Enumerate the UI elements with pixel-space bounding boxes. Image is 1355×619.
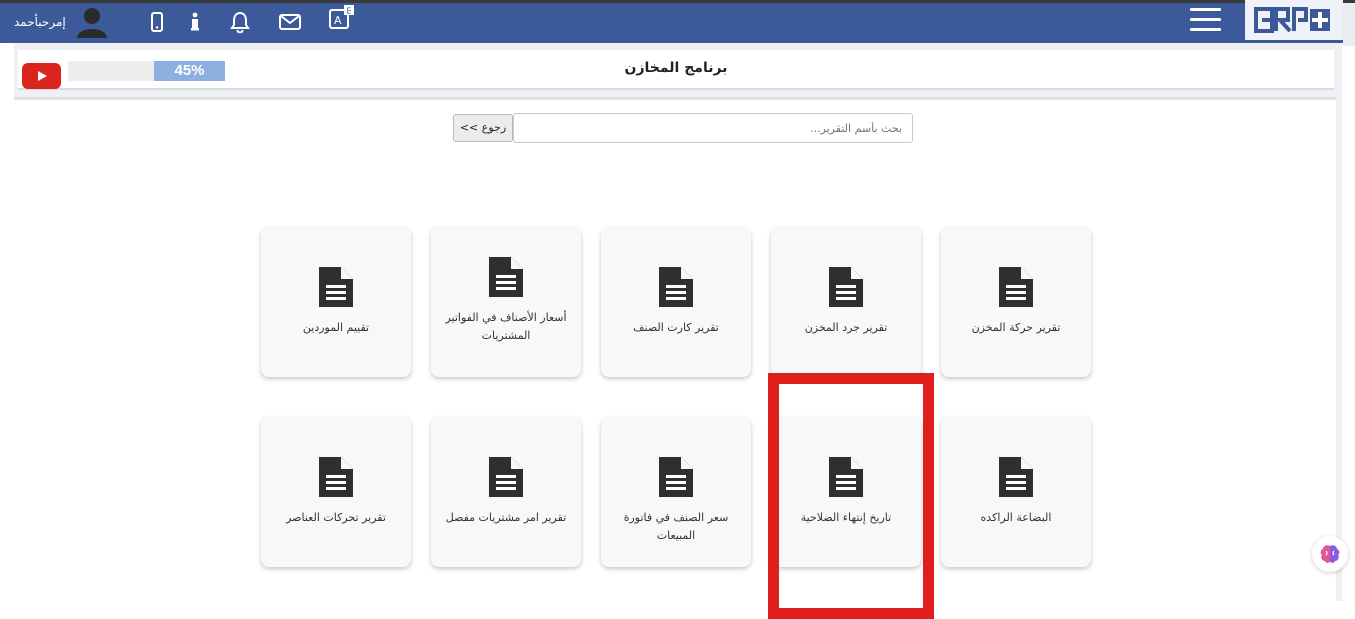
svg-text:A: A <box>334 14 342 27</box>
report-label: أسعار الأصناف في الفواتير المشتريات <box>445 311 567 342</box>
document-icon <box>659 267 693 307</box>
mobile-icon[interactable] <box>151 11 163 33</box>
navbar-edge <box>1343 3 1355 46</box>
youtube-video-button[interactable] <box>22 63 61 89</box>
erp-logo-icon <box>1254 7 1330 33</box>
document-icon <box>489 257 523 297</box>
report-card[interactable]: تقرير امر مشتريات مفصل <box>431 417 581 567</box>
user-profile[interactable]: إمرحبأحمد <box>14 4 108 39</box>
report-card[interactable]: تقرير تحركات العناصر <box>261 417 411 567</box>
report-card[interactable]: تقييم الموردين <box>261 227 411 377</box>
document-icon <box>829 267 863 307</box>
progress-label: 45% <box>174 62 205 79</box>
progress-bar: 45% <box>68 61 225 81</box>
svg-text:E: E <box>347 7 352 16</box>
report-label: تقرير جرد المخزن <box>804 321 888 334</box>
document-icon <box>999 457 1033 497</box>
highlight-box <box>768 373 934 619</box>
report-card[interactable]: تقرير حركة المخزن <box>941 227 1091 377</box>
ai-assistant-button[interactable] <box>1312 536 1348 572</box>
report-card[interactable]: تقرير كارت الصنف <box>601 227 751 377</box>
translate-icon[interactable]: AE <box>328 5 356 29</box>
report-card[interactable]: سعر الصنف في فاتورة المبيعات <box>601 417 751 567</box>
menu-hamburger-button[interactable] <box>1190 8 1221 32</box>
report-label: البضاعة الراكده <box>980 511 1052 524</box>
back-button[interactable]: << رجوع <box>453 114 513 142</box>
info-icon[interactable] <box>190 11 200 33</box>
document-icon <box>319 457 353 497</box>
report-label: تقرير تحركات العناصر <box>286 511 386 524</box>
play-icon <box>37 71 47 81</box>
brain-icon <box>1320 545 1340 563</box>
document-icon <box>999 267 1033 307</box>
report-label: تقرير امر مشتريات مفصل <box>445 511 567 524</box>
report-label: سعر الصنف في فاتورة المبيعات <box>623 511 729 542</box>
report-label: تقييم الموردين <box>302 321 370 334</box>
report-card[interactable]: تقرير جرد المخزن <box>771 227 921 377</box>
report-card[interactable]: البضاعة الراكده <box>941 417 1091 567</box>
report-card[interactable]: أسعار الأصناف في الفواتير المشتريات <box>431 227 581 377</box>
report-label: تقرير حركة المخزن <box>971 321 1061 334</box>
document-icon <box>319 267 353 307</box>
erp-logo[interactable] <box>1245 0 1343 40</box>
top-navbar <box>0 0 1355 46</box>
report-search-input[interactable] <box>513 113 913 143</box>
user-avatar-icon <box>76 7 107 38</box>
document-icon <box>489 457 523 497</box>
bell-icon[interactable] <box>229 11 251 33</box>
mail-icon[interactable] <box>279 11 301 33</box>
user-name: إمرحبأحمد <box>14 14 66 29</box>
report-label: تقرير كارت الصنف <box>633 321 719 334</box>
document-icon <box>659 457 693 497</box>
